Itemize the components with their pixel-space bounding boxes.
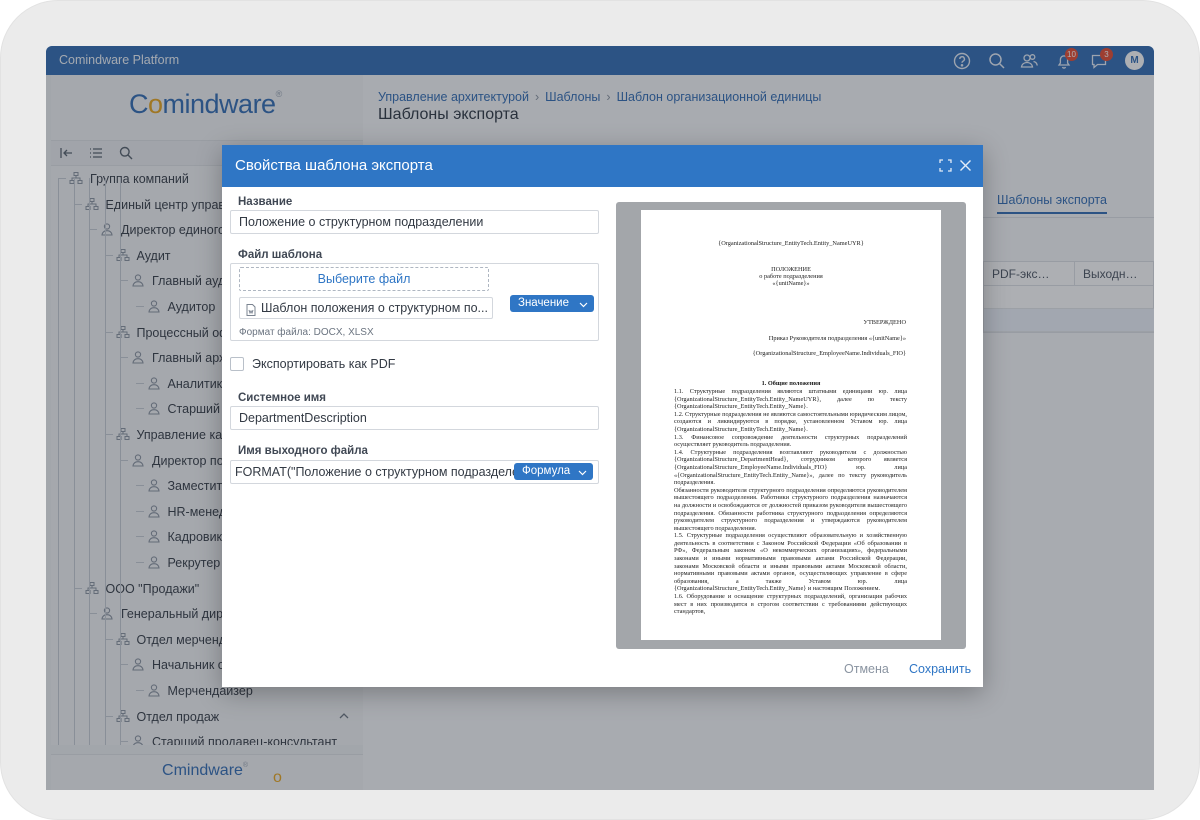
preview-fio: {OrganizationalStructure_EmployeeName.In…	[752, 350, 906, 357]
maximize-icon[interactable]	[938, 158, 953, 173]
page-frame: Comindware Platform 10 3 M Comindware® Г…	[0, 0, 1200, 820]
export-pdf-label[interactable]: Экспортировать как PDF	[252, 357, 395, 371]
preview-order: Приказ Руководителя подразделения «{unit…	[768, 335, 906, 342]
preview-body: 1.1. Структурные подразделения являются …	[674, 388, 907, 616]
formula-button[interactable]: Формула	[514, 463, 593, 480]
preview-unit-name: «{unitName}»	[772, 280, 810, 287]
output-filename-label: Имя выходного файла	[238, 445, 368, 457]
close-icon[interactable]	[958, 158, 973, 173]
file-chip[interactable]: Шаблон положения о структурном по...	[239, 297, 493, 319]
output-filename-value: FORMAT("Положение о структурном подразде…	[235, 465, 540, 479]
preview-paragraph: 1.3. Финансовое сопровождение деятельнос…	[674, 433, 907, 449]
preview-header: {OrganizationalStructure_EntityTech.Enti…	[718, 240, 864, 247]
export-template-dialog: Свойства шаблона экспорта Название Полож…	[222, 145, 983, 687]
file-format-hint: Формат файла: DOCX, XLSX	[239, 327, 374, 338]
dialog-header: Свойства шаблона экспорта	[222, 145, 983, 187]
system-name-label: Системное имя	[238, 392, 327, 404]
preview-section-title: 1. Общие положения	[761, 380, 821, 387]
file-label: Файл шаблона	[238, 249, 323, 261]
file-template-box: Выберите файл Шаблон положения о структу…	[230, 263, 599, 341]
preview-paragraph: 1.5. Структурные подразделения осуществл…	[674, 532, 907, 593]
preview-paragraph: 1.6. Оборудование и оснащение структурны…	[674, 593, 907, 616]
value-button[interactable]: Значение	[510, 295, 594, 312]
chevron-down-icon	[578, 466, 587, 476]
cancel-button[interactable]: Отмена	[844, 662, 889, 676]
preview-approved: УТВЕРЖДЕНО	[863, 319, 906, 326]
preview-paragraph: Обязанности руководителя структурного по…	[674, 486, 907, 532]
save-button[interactable]: Сохранить	[909, 662, 971, 676]
name-input[interactable]: Положение о структурном подразделении	[230, 210, 599, 234]
export-pdf-checkbox[interactable]	[230, 357, 244, 371]
value-button-label: Значение	[518, 297, 569, 309]
name-label: Название	[238, 196, 293, 208]
preview-page: {OrganizationalStructure_EntityTech.Enti…	[641, 210, 941, 640]
choose-file-button[interactable]: Выберите файл	[239, 267, 489, 291]
document-preview: {OrganizationalStructure_EntityTech.Enti…	[616, 202, 966, 649]
preview-paragraph: 1.1. Структурные подразделения являются …	[674, 388, 907, 411]
preview-paragraph: 1.4. Структурные подразделения возглавля…	[674, 448, 907, 487]
system-name-input[interactable]: DepartmentDescription	[230, 406, 599, 430]
file-name: Шаблон положения о структурном по...	[261, 301, 488, 315]
dialog-title: Свойства шаблона экспорта	[235, 157, 433, 174]
preview-paragraph: 1.2. Структурные подразделения не являют…	[674, 410, 907, 433]
chevron-down-icon	[579, 298, 588, 308]
formula-button-label: Формула	[522, 465, 571, 477]
document-icon	[246, 302, 256, 316]
app-screen: Comindware Platform 10 3 M Comindware® Г…	[46, 46, 1154, 790]
